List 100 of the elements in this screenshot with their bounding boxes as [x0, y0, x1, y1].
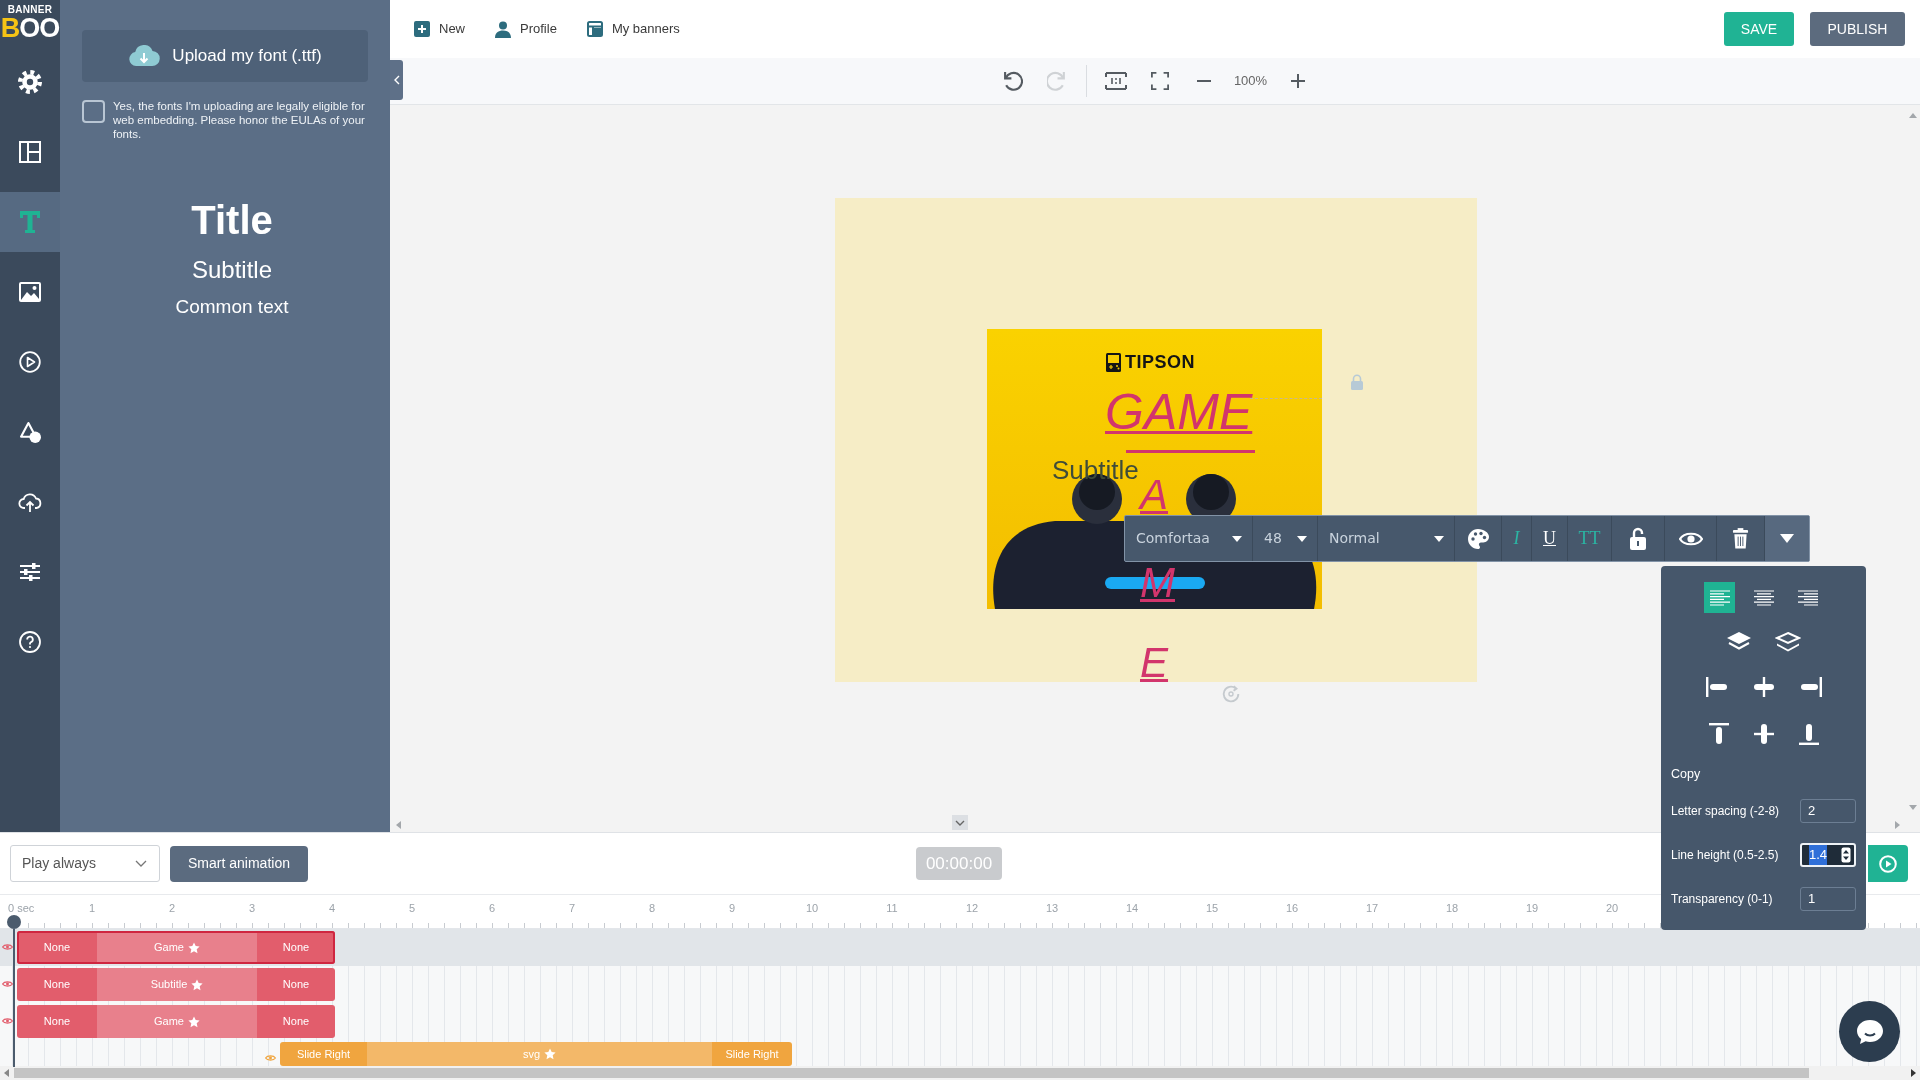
profile-link[interactable]: Profile	[495, 19, 557, 39]
animation-bar[interactable]: None Game None	[17, 931, 335, 964]
input-field[interactable]: 1	[1800, 887, 1856, 911]
align-right-edge-button[interactable]	[1798, 676, 1823, 698]
ruler-label: 15	[1205, 902, 1219, 914]
scroll-left-icon[interactable]	[4, 1069, 9, 1077]
chevron-left-icon	[393, 75, 400, 85]
ruler-label: 11	[886, 902, 898, 914]
bring-forward-button[interactable]	[1726, 631, 1752, 652]
text-align-center-icon	[1753, 589, 1774, 606]
animation-segment[interactable]: Slide Right	[280, 1042, 367, 1066]
ruler-label: 4	[328, 902, 336, 914]
align-left-edge-button[interactable]	[1704, 676, 1729, 698]
chat-bubble-icon	[1855, 1018, 1884, 1045]
text-preset[interactable]: Title	[191, 197, 273, 243]
animation-segment[interactable]: None	[257, 968, 335, 1001]
uppercase-button[interactable]: TT	[1568, 516, 1612, 561]
person-icon	[495, 20, 511, 38]
new-link[interactable]: New	[414, 19, 465, 39]
ruler-label: 20	[1605, 902, 1619, 914]
trash-icon	[1732, 528, 1749, 549]
animation-bar[interactable]: Slide Right svg Slide Right	[280, 1042, 792, 1066]
text-align-left-icon	[1709, 589, 1730, 606]
animation-segment[interactable]: None	[17, 931, 97, 964]
ruler-label: 13	[1045, 902, 1059, 914]
scroll-right-icon[interactable]	[1911, 1069, 1916, 1077]
collapse-timeline-button[interactable]	[952, 815, 968, 830]
publish-button[interactable]: PUBLISH	[1810, 12, 1905, 46]
animation-segment[interactable]: None	[17, 968, 97, 1001]
handheld-console-icon	[1106, 353, 1121, 372]
brand-text: TIPSON	[1125, 352, 1195, 372]
save-button[interactable]: SAVE	[1724, 12, 1794, 46]
eye-icon[interactable]	[2, 943, 13, 951]
input-field[interactable]: 1.4	[1800, 843, 1856, 867]
star-icon	[191, 978, 204, 991]
underline-button[interactable]: U	[1532, 516, 1568, 561]
align-middle-button[interactable]	[1752, 722, 1775, 746]
smart-animation-button[interactable]: Smart animation	[170, 845, 308, 882]
checkbox[interactable]	[82, 100, 105, 123]
vertical-heading-text: A	[1140, 476, 1168, 514]
play-button[interactable]	[1868, 845, 1908, 882]
animation-bar[interactable]: None Subtitle None	[17, 968, 335, 1001]
align-bottom-button[interactable]	[1797, 722, 1820, 746]
layers-up-icon	[1726, 631, 1752, 652]
ruler-label: 18	[1445, 902, 1459, 914]
cloud-upload-icon	[18, 491, 42, 513]
animation-segment[interactable]: Slide Right	[712, 1042, 792, 1066]
align-center-icon	[1751, 676, 1776, 698]
align-middle-icon	[1752, 722, 1775, 746]
send-backward-button[interactable]	[1775, 631, 1801, 652]
ruler-label: 2	[168, 902, 176, 914]
ruler-label: 0 sec	[8, 902, 35, 914]
ruler-label: 5	[408, 902, 416, 914]
font-dropdown[interactable]: Comfortaa	[1125, 516, 1253, 561]
ruler-label: 6	[488, 902, 496, 914]
eye-icon[interactable]	[2, 1017, 13, 1025]
align-top-button[interactable]	[1707, 722, 1730, 746]
spinner-icon[interactable]	[1841, 847, 1851, 863]
animation-segment[interactable]: None	[17, 1005, 97, 1038]
animation-bar[interactable]: None Game None	[17, 1005, 335, 1038]
help-icon	[19, 631, 41, 653]
play-mode-dropdown[interactable]: Play always	[10, 845, 160, 882]
ruler-label: 14	[1125, 902, 1139, 914]
ruler-label: 16	[1285, 902, 1299, 914]
input-field[interactable]: 2	[1800, 799, 1856, 823]
more-options-button[interactable]	[1765, 516, 1809, 561]
ruler-label: 7	[568, 902, 576, 914]
my-banners-link[interactable]: My banners	[586, 19, 680, 39]
caret-down-icon	[1297, 535, 1307, 542]
chevron-down-icon	[135, 860, 147, 867]
playhead[interactable]	[7, 915, 21, 1067]
plus-icon	[1290, 74, 1305, 88]
font-size-dropdown[interactable]: 48	[1253, 516, 1318, 561]
font-weight-dropdown[interactable]: Normal	[1318, 516, 1455, 561]
play-circle-icon	[1879, 854, 1897, 873]
layout-icon	[19, 141, 41, 163]
sliders-icon	[19, 562, 41, 582]
layout-icon	[586, 21, 603, 37]
scrollbar-thumb[interactable]	[14, 1068, 1809, 1078]
chevron-down-icon	[955, 819, 965, 826]
italic-button[interactable]: I	[1502, 516, 1532, 561]
play-circle-icon	[19, 351, 41, 373]
copy-link[interactable]: Copy	[1671, 764, 1701, 784]
caret-down-icon	[1434, 535, 1444, 542]
ruler-label: 10	[805, 902, 819, 914]
align-left-edge-icon	[1704, 676, 1729, 698]
fullscreen-icon	[1150, 72, 1169, 90]
cloud-download-icon	[128, 45, 161, 67]
align-right-edge-icon	[1798, 676, 1823, 698]
vertical-heading-text: E	[1140, 644, 1168, 682]
eye-icon[interactable]	[2, 980, 13, 988]
upload-font-button[interactable]: Upload my font (.ttf)	[82, 30, 368, 82]
field-label: Letter spacing (-2-8)	[1671, 803, 1780, 820]
collapse-panel-button[interactable]	[390, 60, 403, 100]
text-preset[interactable]: Common text	[175, 295, 289, 319]
text-preset[interactable]: Subtitle	[191, 255, 273, 285]
align-center-button[interactable]	[1751, 676, 1776, 698]
animation-segment[interactable]: None	[257, 931, 335, 964]
star-icon	[188, 1015, 200, 1028]
animation-segment[interactable]: None	[257, 1005, 335, 1038]
